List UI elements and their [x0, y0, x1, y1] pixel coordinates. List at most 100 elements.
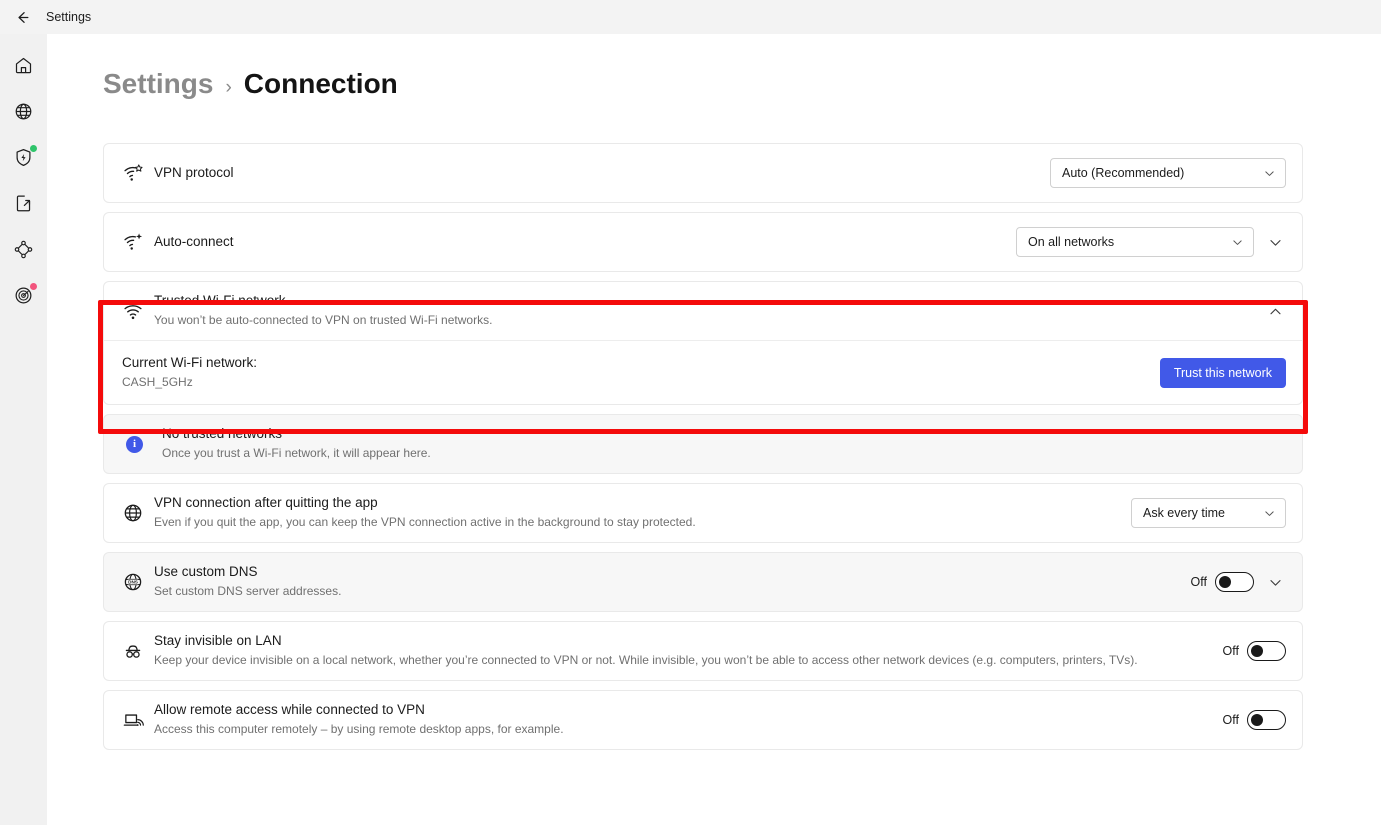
main-content: Settings › Connection VPN protocol Auto … [47, 34, 1381, 825]
dns-globe-icon: DNS [122, 571, 154, 593]
breadcrumb: Settings › Connection [103, 68, 398, 100]
chevron-down-icon [1269, 579, 1281, 586]
row-no-trusted-networks: i No trusted networks Once you trust a W… [104, 415, 1302, 473]
sidebar-item-file-share[interactable] [4, 180, 44, 226]
settings-list: VPN protocol Auto (Recommended) Auto-con… [103, 143, 1303, 750]
auto-connect-select[interactable]: On all networks [1016, 227, 1254, 257]
row-subtitle: Even if you quit the app, you can keep t… [154, 515, 696, 530]
card-auto-connect: Auto-connect On all networks [103, 212, 1303, 272]
mesh-network-icon [14, 240, 33, 258]
card-no-trusted-networks: i No trusted networks Once you trust a W… [103, 414, 1303, 474]
row-current-wifi: Current Wi-Fi network: CASH_5GHz Trust t… [104, 341, 1302, 404]
trusted-wifi-collapse-button[interactable] [1264, 300, 1286, 322]
card-vpn-protocol: VPN protocol Auto (Recommended) [103, 143, 1303, 203]
custom-dns-toggle-group[interactable]: Off [1191, 572, 1254, 592]
remote-access-toggle-group[interactable]: Off [1223, 710, 1286, 730]
row-controls: On all networks [1016, 227, 1286, 257]
sidebar [0, 34, 47, 825]
row-controls: Off [1223, 710, 1286, 730]
row-invisible-lan[interactable]: Stay invisible on LAN Keep your device i… [104, 622, 1302, 680]
info-icon: i [126, 435, 162, 453]
status-badge-green [28, 144, 38, 153]
sidebar-item-dark-web-monitor[interactable] [4, 272, 44, 318]
window-title: Settings [46, 10, 92, 24]
row-title: Auto-connect [154, 233, 234, 249]
row-controls: Auto (Recommended) [1050, 158, 1286, 188]
row-title: VPN connection after quitting the app [154, 495, 378, 511]
row-subtitle: Access this computer remotely – by using… [154, 722, 564, 737]
wifi-sparkle-icon [122, 231, 154, 253]
sidebar-item-threat-protection[interactable] [4, 134, 44, 180]
row-title: Trusted Wi-Fi network [154, 293, 286, 309]
custom-dns-toggle[interactable] [1215, 572, 1254, 592]
toggle-knob [1251, 713, 1263, 726]
current-network-value: CASH_5GHz [122, 374, 193, 389]
card-custom-dns: DNS Use custom DNS Set custom DNS server… [103, 552, 1303, 612]
wifi-icon [122, 300, 154, 322]
breadcrumb-root[interactable]: Settings [103, 68, 213, 100]
toggle-knob [1219, 575, 1231, 588]
arrow-left-icon [17, 11, 28, 23]
row-remote-access[interactable]: Allow remote access while connected to V… [104, 691, 1302, 749]
wifi-star-icon [122, 162, 154, 184]
row-subtitle: You won’t be auto-connected to VPN on tr… [154, 313, 493, 328]
row-controls: Off [1223, 641, 1286, 661]
row-subtitle: Keep your device invisible on a local ne… [154, 653, 1138, 668]
row-subtitle: Once you trust a Wi-Fi network, it will … [162, 446, 431, 461]
remote-access-toggle[interactable] [1247, 710, 1286, 730]
page-title: Connection [243, 68, 398, 99]
chevron-down-icon [1263, 167, 1276, 180]
row-subtitle: Set custom DNS server addresses. [154, 584, 342, 599]
invisible-lan-toggle[interactable] [1247, 641, 1286, 661]
trust-this-network-button[interactable]: Trust this network [1159, 357, 1286, 388]
select-value: On all networks [1028, 235, 1115, 249]
row-custom-dns[interactable]: DNS Use custom DNS Set custom DNS server… [104, 553, 1302, 611]
current-network-label: Current Wi-Fi network: [122, 354, 258, 370]
incognito-icon [122, 640, 154, 662]
toggle-state-label: Off [1222, 644, 1239, 658]
status-badge-red [28, 282, 38, 291]
toggle-state-label: Off [1190, 575, 1207, 589]
globe-icon [15, 103, 32, 119]
home-icon [15, 57, 32, 73]
select-value: Auto (Recommended) [1062, 166, 1185, 180]
invisible-lan-toggle-group[interactable]: Off [1223, 641, 1286, 661]
sidebar-item-meshnet[interactable] [4, 226, 44, 272]
vpn-protocol-select[interactable]: Auto (Recommended) [1050, 158, 1286, 188]
remote-device-icon [122, 709, 154, 731]
row-vpn-after-quit[interactable]: VPN connection after quitting the app Ev… [104, 484, 1302, 542]
row-title: Use custom DNS [154, 564, 258, 580]
svg-text:DNS: DNS [128, 580, 138, 585]
row-title: Allow remote access while connected to V… [154, 702, 425, 718]
chevron-down-icon [1263, 507, 1276, 520]
chevron-down-icon [1269, 239, 1281, 246]
card-invisible-lan: Stay invisible on LAN Keep your device i… [103, 621, 1303, 681]
auto-connect-expand-button[interactable] [1264, 231, 1286, 253]
back-button[interactable] [0, 0, 44, 34]
toggle-state-label: Off [1222, 713, 1239, 727]
sidebar-item-locations[interactable] [4, 88, 44, 134]
select-value: Ask every time [1143, 506, 1225, 520]
vpn-after-quit-select[interactable]: Ask every time [1131, 498, 1286, 528]
row-controls: Ask every time [1131, 498, 1286, 528]
file-share-icon [16, 195, 31, 211]
sidebar-item-home[interactable] [4, 42, 44, 88]
row-controls [1264, 300, 1286, 322]
toggle-knob [1251, 644, 1263, 657]
row-trusted-wifi[interactable]: Trusted Wi-Fi network You won’t be auto-… [104, 282, 1302, 340]
row-title: VPN protocol [154, 164, 234, 180]
globe-icon [122, 502, 154, 524]
row-auto-connect[interactable]: Auto-connect On all networks [104, 213, 1302, 271]
chevron-down-icon [1231, 236, 1244, 249]
breadcrumb-separator-icon: › [225, 77, 232, 98]
row-controls: Off [1191, 571, 1286, 593]
chevron-up-icon [1269, 308, 1281, 314]
title-bar: Settings [0, 0, 1381, 34]
card-remote-access: Allow remote access while connected to V… [103, 690, 1303, 750]
row-controls: Trust this network [1159, 357, 1286, 388]
row-vpn-protocol[interactable]: VPN protocol Auto (Recommended) [104, 144, 1302, 202]
card-trusted-wifi: Trusted Wi-Fi network You won’t be auto-… [103, 281, 1303, 405]
row-title: No trusted networks [162, 426, 283, 442]
custom-dns-expand-button[interactable] [1264, 571, 1286, 593]
row-title: Stay invisible on LAN [154, 633, 282, 649]
